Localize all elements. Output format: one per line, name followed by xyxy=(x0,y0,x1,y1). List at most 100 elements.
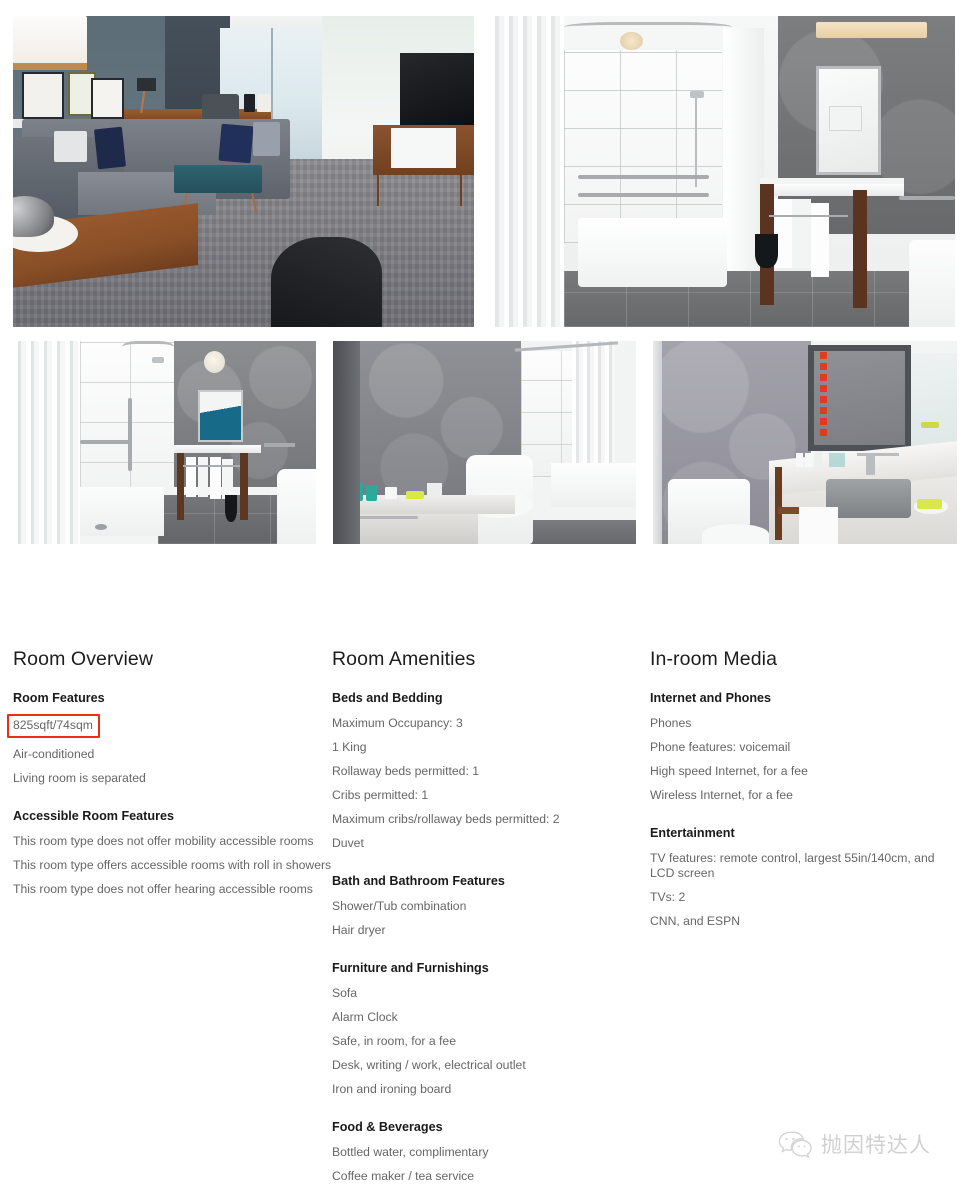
grab-bar-upper xyxy=(578,174,709,179)
group-title-beds-and-bedding: Beds and Bedding xyxy=(332,691,443,705)
list-food-and-beverages: Bottled water, complimentary Coffee make… xyxy=(332,1145,650,1184)
room-details-page: Room Overview Room Features 825sqft/74sq… xyxy=(0,0,969,1190)
mirror-reflection xyxy=(829,106,862,132)
mirror xyxy=(197,389,244,443)
section-title-room-overview: Room Overview xyxy=(13,648,153,670)
list-item: Phone features: voicemail xyxy=(650,740,791,754)
amenity-bottle-1 xyxy=(795,452,804,467)
group-title-furniture-and-furnishings: Furniture and Furnishings xyxy=(332,961,489,975)
roll-in-shower-pan xyxy=(79,487,165,536)
mirror-red-accent xyxy=(820,351,827,437)
pillow-navy-1 xyxy=(93,126,126,170)
grab-bar-lower xyxy=(578,193,709,198)
shower-curtain xyxy=(572,341,615,480)
credenza-leg-1 xyxy=(377,174,380,206)
list-item: Duvet xyxy=(332,836,364,850)
list-item: Wireless Internet, for a fee xyxy=(650,788,793,802)
faucet-spread xyxy=(856,452,900,456)
group-food-and-beverages: Food & Beverages Bottled water, complime… xyxy=(332,1120,650,1184)
group-beds-and-bedding: Beds and Bedding Maximum Occupancy: 3 1 … xyxy=(332,691,650,851)
list-item: Phones xyxy=(650,716,692,730)
vanity-sink-photo[interactable] xyxy=(653,341,957,544)
toilet xyxy=(276,468,316,544)
group-title-accessible-room-features: Accessible Room Features xyxy=(13,809,174,823)
curved-shower-rod xyxy=(564,22,732,31)
shower-curtain xyxy=(490,16,565,327)
wall-edge xyxy=(333,341,361,544)
vanity-leg xyxy=(774,466,783,540)
vanity-leg-back xyxy=(240,452,248,520)
desk-lamp-shade xyxy=(137,78,156,91)
pendant-lamp xyxy=(13,16,87,69)
group-title-room-features: Room Features xyxy=(13,691,105,705)
credenza-panel xyxy=(391,127,456,169)
pillow-white xyxy=(54,131,87,163)
pillow-navy-2 xyxy=(218,123,255,164)
shower-head xyxy=(152,357,165,364)
accessible-tub-bathroom-photo[interactable] xyxy=(490,16,955,327)
towel-1 xyxy=(185,456,197,498)
group-title-food-and-beverages: Food & Beverages xyxy=(332,1120,443,1134)
list-item: Cribs permitted: 1 xyxy=(332,788,429,802)
towel-3 xyxy=(209,456,221,500)
towel-2 xyxy=(792,199,811,268)
water-glass xyxy=(829,452,845,467)
soap-dish xyxy=(405,491,424,500)
tiled-shower-wall xyxy=(79,341,174,504)
faucet xyxy=(865,452,875,475)
gallery-row-top xyxy=(13,16,955,327)
amenity-bottle-2 xyxy=(805,452,813,467)
bathtub xyxy=(551,462,636,508)
group-title-internet-and-phones: Internet and Phones xyxy=(650,691,772,705)
list-furniture-and-furnishings: Sofa Alarm Clock Safe, in room, for a fe… xyxy=(332,986,650,1097)
watermark: 抛因特达人 xyxy=(778,1129,931,1159)
watermark-text: 抛因特达人 xyxy=(821,1133,931,1157)
wall-edge xyxy=(653,341,663,544)
room-details-columns: Room Overview Room Features 825sqft/74sq… xyxy=(7,648,955,1184)
tiled-shower-wall xyxy=(564,50,723,244)
list-item: Shower/Tub combination xyxy=(332,899,467,913)
list-item: TVs: 2 xyxy=(650,890,686,904)
drinking-cup xyxy=(384,487,397,500)
grab-bar-toilet xyxy=(264,442,295,447)
list-item: This room type does not offer mobility a… xyxy=(13,834,314,848)
group-internet-and-phones: Internet and Phones Phones Phone feature… xyxy=(650,691,955,803)
photo-gallery xyxy=(13,16,957,544)
shower-head xyxy=(689,90,704,99)
vanity-leg-back xyxy=(852,190,867,309)
roll-in-shower-photo[interactable] xyxy=(13,341,316,544)
amenity-bottle-3 xyxy=(814,450,822,467)
curved-shower-rod xyxy=(122,341,174,353)
wechat-icon xyxy=(778,1131,812,1158)
list-bath-and-bathroom-features: Shower/Tub combination Hair dryer xyxy=(332,899,650,938)
group-title-entertainment: Entertainment xyxy=(650,826,735,840)
amenity-tray xyxy=(426,483,443,498)
list-item: This room type does not offer hearing ac… xyxy=(13,882,313,896)
list-item: 825sqft/74sqm xyxy=(7,714,332,738)
toilet-bowl xyxy=(701,523,769,544)
vanity-counter-edge xyxy=(759,183,904,197)
credenza-leg-2 xyxy=(460,174,463,206)
vanity-countertop xyxy=(173,444,262,453)
list-item: Maximum Occupancy: 3 xyxy=(332,716,463,730)
list-item: Bottled water, complimentary xyxy=(332,1145,489,1159)
section-title-in-room-media: In-room Media xyxy=(650,648,778,670)
vanity-light xyxy=(815,22,928,38)
tub-bathroom-photo[interactable] xyxy=(333,341,636,544)
laundry-bag xyxy=(755,233,779,268)
amenity-bottle-2 xyxy=(366,485,377,502)
laundry-bag xyxy=(225,495,238,522)
grab-bar-vertical xyxy=(128,397,133,471)
group-furniture-and-furnishings: Furniture and Furnishings Sofa Alarm Clo… xyxy=(332,961,650,1097)
list-item: Air-conditioned xyxy=(13,747,95,761)
pillow-grey xyxy=(252,121,281,156)
list-entertainment: TV features: remote control, largest 55i… xyxy=(650,851,955,929)
living-room-photo[interactable] xyxy=(13,16,474,327)
list-item: Coffee maker / tea service xyxy=(332,1169,475,1183)
column-room-amenities: Room Amenities Beds and Bedding Maximum … xyxy=(332,648,650,1184)
vase-light xyxy=(257,93,272,113)
list-item: Safe, in room, for a fee xyxy=(332,1034,456,1048)
television xyxy=(400,53,474,125)
framed-art-1 xyxy=(22,71,64,119)
grab-bar-toilet xyxy=(899,196,955,201)
